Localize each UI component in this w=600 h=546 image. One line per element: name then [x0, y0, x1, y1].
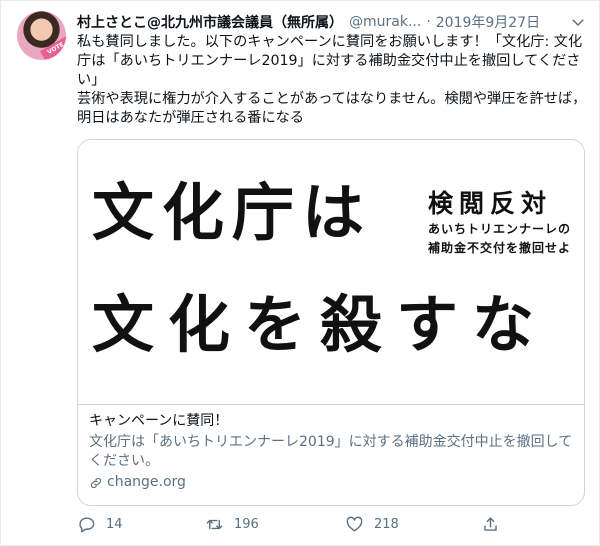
tweet-header: 村上さとこ@北九州市議会議員（無所属） @murak... · 2019年9月2…	[77, 12, 540, 32]
tweet-text: 私も賛同しました。以下のキャンペーンに賛同をお願いします！「文化庁: 文化庁は「…	[77, 34, 587, 126]
reply-icon	[79, 517, 95, 533]
link-icon	[90, 477, 102, 488]
card-image-side-title: 検閲反対	[428, 189, 553, 218]
share-button[interactable]	[481, 515, 500, 534]
avatar-badge: VOTE	[40, 36, 66, 60]
author-name[interactable]: 村上さとこ@北九州市議会議員（無所属）	[77, 12, 343, 32]
card-image[interactable]: 文化庁は 検閲反対 あいちトリエンナーレの 補助金不交付を撤回せよ 文化を殺すな	[78, 140, 584, 405]
like-button[interactable]: 218	[345, 515, 399, 534]
card-body: キャンペーンに賛同！ 文化庁は「あいちトリエンナーレ2019」に対する補助金交付…	[89, 412, 575, 492]
author-handle[interactable]: @murak...	[349, 14, 421, 30]
tweet[interactable]: VOTE 村上さとこ@北九州市議会議員（無所属） @murak... · 201…	[0, 0, 600, 546]
tweet-date[interactable]: 2019年9月27日	[436, 12, 540, 32]
card-title: キャンペーンに賛同！	[89, 413, 229, 429]
card-domain: change.org	[89, 473, 575, 492]
link-card[interactable]: 文化庁は 検閲反対 あいちトリエンナーレの 補助金不交付を撤回せよ 文化を殺すな…	[77, 139, 585, 506]
card-domain-text: change.org	[107, 474, 186, 490]
heart-icon	[346, 516, 363, 532]
action-bar: 14 196 218	[77, 515, 587, 537]
avatar[interactable]: VOTE	[17, 11, 66, 60]
card-image-headline-1: 文化庁は	[92, 176, 373, 249]
separator-dot: ·	[426, 14, 431, 30]
chevron-down-icon[interactable]	[569, 13, 587, 31]
like-count: 218	[374, 517, 399, 532]
retweet-count: 196	[234, 517, 259, 532]
card-image-headline-2: 文化を殺すな	[92, 288, 549, 361]
reply-button[interactable]: 14	[77, 515, 123, 534]
reply-count: 14	[106, 517, 123, 532]
retweet-button[interactable]: 196	[205, 515, 259, 534]
card-description: 文化庁は「あいちトリエンナーレ2019」に対する補助金交付中止を撤回してください…	[89, 434, 573, 469]
retweet-icon	[206, 519, 223, 530]
card-image-side-line-2: 補助金不交付を撤回せよ	[428, 241, 572, 255]
share-icon	[484, 517, 497, 531]
card-image-side-line-1: あいちトリエンナーレの	[428, 222, 572, 236]
